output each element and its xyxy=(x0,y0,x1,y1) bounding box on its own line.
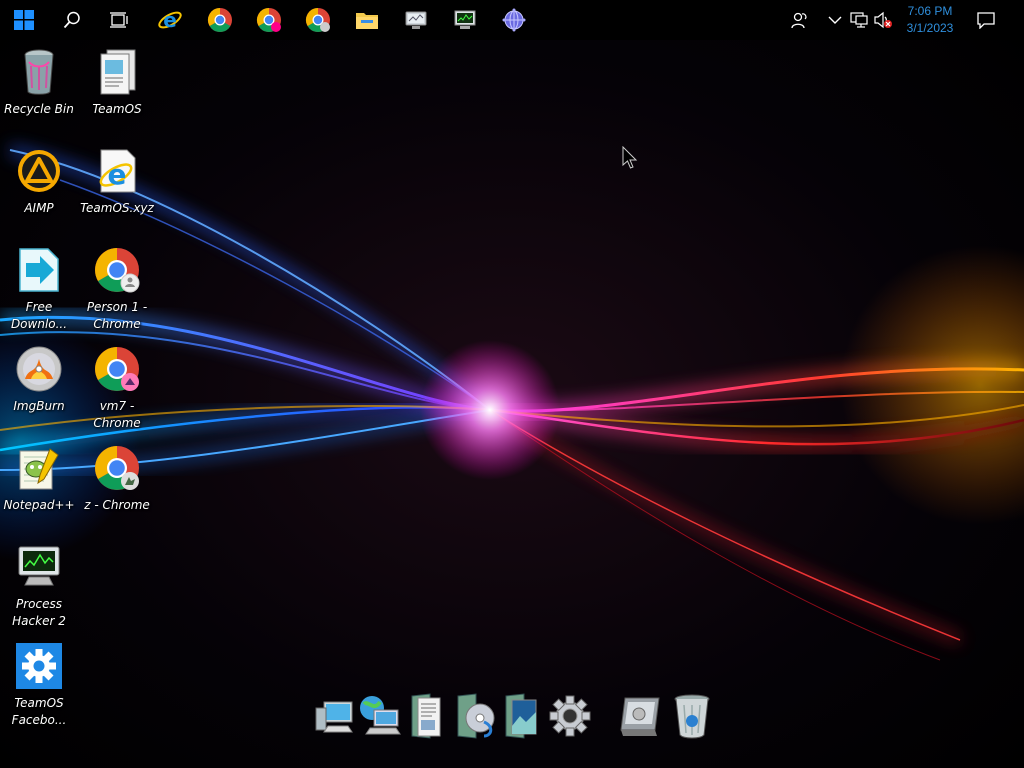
settings-gear-icon xyxy=(549,695,591,737)
recycle-bin-icon xyxy=(674,694,710,739)
desktop-icon-label: ImgBurn xyxy=(13,399,65,413)
aimp-icon xyxy=(18,150,60,192)
notepad-plus-icon xyxy=(19,448,59,490)
task-view-button[interactable] xyxy=(97,0,141,40)
chrome-icon xyxy=(256,7,281,33)
desktop-icon-label: AIMP xyxy=(24,201,54,215)
clock-time: 7:06 PM xyxy=(907,4,953,18)
document-icon xyxy=(100,49,136,95)
chrome-button-3[interactable] xyxy=(296,0,340,40)
recycle-bin-icon xyxy=(24,49,54,95)
search-icon xyxy=(63,11,80,29)
chrome-icon xyxy=(95,347,139,391)
chrome-icon xyxy=(95,446,139,490)
windows-logo-icon xyxy=(14,10,34,30)
process-hacker-button[interactable] xyxy=(443,0,487,40)
imgburn-icon xyxy=(16,346,62,392)
network-computer-icon xyxy=(360,696,401,735)
task-view-icon xyxy=(110,12,128,28)
svg-text:e: e xyxy=(163,8,177,32)
desktop-icon-label: TeamOS Facebo... xyxy=(11,696,67,727)
chrome-icon xyxy=(305,7,330,33)
dock-pictures[interactable] xyxy=(498,688,546,744)
taskbar: e 7:06 PM 3/1/2023 xyxy=(0,0,1024,40)
start-button[interactable] xyxy=(2,0,46,40)
dock-documents[interactable] xyxy=(402,688,450,744)
desktop-icon-label: z - Chrome xyxy=(84,498,150,512)
dock-settings[interactable] xyxy=(546,688,594,744)
clock-date: 3/1/2023 xyxy=(906,21,954,35)
process-hacker-icon xyxy=(454,10,476,29)
free-download-icon xyxy=(19,248,59,292)
folder-icon xyxy=(356,13,378,29)
desktop-icon-z-chrome[interactable]: z - Chrome xyxy=(78,443,156,514)
chrome-icon xyxy=(95,248,140,293)
desktop-icon-label: vm7 - Chrome xyxy=(93,399,141,430)
volume-muted-icon[interactable] xyxy=(873,10,893,30)
desktop-icon-vm7-chrome[interactable]: vm7 - Chrome xyxy=(78,344,156,432)
desktop-icon-label: Recycle Bin xyxy=(4,102,74,116)
system-panel-icon xyxy=(620,697,660,736)
desktop-icon-teamos-facebook[interactable]: TeamOS Facebo... xyxy=(0,641,78,729)
desktop-icon-label: Process Hacker 2 xyxy=(12,597,66,628)
dock-network[interactable] xyxy=(356,688,404,744)
action-center-icon[interactable] xyxy=(976,10,996,30)
desktop-icon-label: Person 1 - Chrome xyxy=(86,300,148,331)
internet-explorer-icon: e xyxy=(99,149,136,193)
gear-icon xyxy=(16,643,62,689)
computer-icon xyxy=(315,701,353,733)
chrome-button-2[interactable] xyxy=(247,0,291,40)
search-button[interactable] xyxy=(50,0,94,40)
dock-computer[interactable] xyxy=(310,688,358,744)
desktop-icon-notepad-plus[interactable]: Notepad++ xyxy=(0,443,78,514)
desktop-icon-label: Notepad++ xyxy=(3,498,75,512)
pictures-icon xyxy=(505,693,537,739)
people-icon[interactable] xyxy=(789,10,809,30)
taskbar-clock[interactable]: 7:06 PM 3/1/2023 xyxy=(894,3,966,37)
desktop-icon-label: TeamOS.xyz xyxy=(80,201,154,215)
desktop-icon-imgburn[interactable]: ImgBurn xyxy=(0,344,78,415)
desktop-icon-teamos[interactable]: TeamOS xyxy=(78,47,156,118)
network-app-button[interactable] xyxy=(492,0,536,40)
desktop-icon-teamos-xyz[interactable]: e TeamOS.xyz xyxy=(78,146,156,217)
globe-icon xyxy=(502,8,526,32)
desktop-icon-aimp[interactable]: AIMP xyxy=(0,146,78,217)
dock-recycle-bin[interactable] xyxy=(668,688,716,744)
media-icon xyxy=(457,693,495,739)
dock-media[interactable] xyxy=(452,688,500,744)
desktop-icon-recycle-bin[interactable]: Recycle Bin xyxy=(0,47,78,118)
desktop-icon-process-hacker[interactable]: Process Hacker 2 xyxy=(0,542,78,630)
svg-text:e: e xyxy=(108,158,127,191)
chrome-button-1[interactable] xyxy=(198,0,242,40)
desktop-icon-person1-chrome[interactable]: Person 1 - Chrome xyxy=(78,245,156,333)
desktop-icon-free-download[interactable]: Free Downlo... xyxy=(0,245,78,333)
documents-icon xyxy=(411,693,441,739)
dock-system-panel[interactable] xyxy=(616,688,664,744)
network-icon[interactable] xyxy=(849,10,869,30)
desktop-icon-label: Free Downlo... xyxy=(10,300,68,331)
process-hacker-icon xyxy=(18,546,60,586)
chevron-up-icon[interactable] xyxy=(825,10,845,30)
mouse-cursor-icon xyxy=(622,146,638,169)
internet-explorer-icon: e xyxy=(158,8,182,32)
chrome-icon xyxy=(207,7,232,33)
internet-explorer-button[interactable]: e xyxy=(148,0,192,40)
monitor-icon xyxy=(405,11,427,29)
monitor-app-button[interactable] xyxy=(394,0,438,40)
file-explorer-button[interactable] xyxy=(345,0,389,40)
desktop-icon-label: TeamOS xyxy=(92,102,142,116)
